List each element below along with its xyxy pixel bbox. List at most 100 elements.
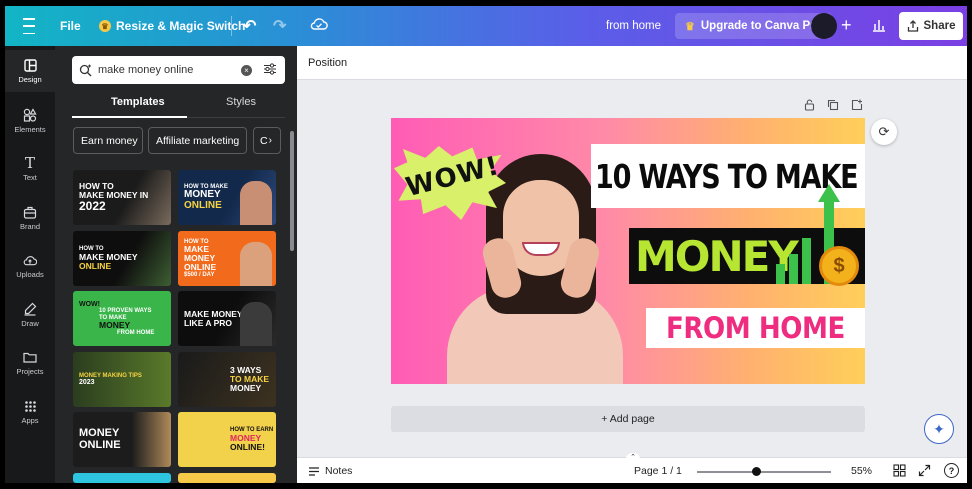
growth-bar bbox=[789, 254, 798, 284]
help-icon[interactable]: ? bbox=[944, 463, 959, 478]
tab-styles[interactable]: Styles bbox=[226, 96, 256, 108]
notes-button[interactable]: Notes bbox=[308, 465, 352, 477]
magic-sparkle-icon[interactable]: ✦ bbox=[924, 414, 954, 444]
dollar-coin-icon: $ bbox=[819, 246, 859, 286]
sidebar-item-label: Apps bbox=[21, 416, 39, 425]
chip-overflow[interactable]: C › bbox=[253, 127, 281, 154]
redo-icon[interactable]: ↷ bbox=[273, 16, 286, 36]
pen-icon bbox=[23, 302, 37, 316]
template-thumbnail[interactable]: HOW TO MAKE MONEY ONLINE bbox=[73, 231, 171, 286]
template-thumbnail[interactable]: MONEY MAKING TIPS 2023 bbox=[73, 352, 171, 407]
template-thumbnail[interactable]: HOW TO EARN MONEY ONLINE! bbox=[178, 412, 276, 467]
template-thumbnail[interactable]: WOW! 10 PROVEN WAYS TO MAKE MONEY FROM H… bbox=[73, 291, 171, 346]
subheadline-box[interactable]: FROM HOME bbox=[646, 308, 865, 348]
growth-bar bbox=[802, 238, 811, 284]
share-button[interactable]: Share bbox=[899, 12, 963, 40]
sidebar-item-text[interactable]: T Text bbox=[5, 148, 55, 190]
grid-view-icon[interactable] bbox=[893, 464, 906, 477]
template-thumbnail[interactable]: MONEY ONLINE bbox=[73, 412, 171, 467]
position-button[interactable]: Position bbox=[308, 57, 347, 69]
template-thumbnail[interactable]: HOW TO MAKE MONEY ONLINE $500 / DAY bbox=[178, 231, 276, 286]
upgrade-label: Upgrade to Canva Pro bbox=[700, 20, 822, 32]
chevron-right-icon: › bbox=[268, 135, 272, 146]
search-value: make money online bbox=[98, 64, 194, 76]
chip-overflow-label: C bbox=[260, 134, 268, 147]
sidebar-item-draw[interactable]: Draw bbox=[5, 294, 55, 336]
person-image bbox=[240, 242, 272, 286]
resize-magic-switch-button[interactable]: ♛ Resize & Magic Switch bbox=[99, 19, 245, 33]
template-thumbnail[interactable]: 3 WAYS TO MAKE MONEY bbox=[178, 352, 276, 407]
brand-icon bbox=[23, 205, 37, 219]
person-image bbox=[240, 302, 272, 346]
template-thumbnail[interactable]: HOW TO MAKE MONEY IN 2022 bbox=[73, 170, 171, 225]
thumb-text: MONEY bbox=[79, 426, 120, 439]
divider bbox=[231, 16, 232, 36]
filter-icon[interactable] bbox=[263, 62, 279, 78]
file-menu[interactable]: File bbox=[60, 19, 81, 33]
share-icon bbox=[907, 20, 918, 32]
sidebar-item-label: Design bbox=[18, 75, 42, 84]
left-sidebar: Design Elements T Text Brand Uploads Dra… bbox=[5, 46, 55, 483]
thumb-text: ONLINE bbox=[79, 260, 112, 271]
notes-icon bbox=[309, 466, 319, 476]
clear-search-icon[interactable]: × bbox=[241, 64, 252, 76]
add-page-button[interactable]: + Add page bbox=[391, 406, 865, 432]
thumb-text: 2022 bbox=[79, 199, 106, 214]
document-title[interactable]: from home bbox=[606, 20, 661, 32]
subheadline-text: FROM HOME bbox=[666, 311, 845, 345]
cloud-save-icon[interactable] bbox=[310, 17, 328, 31]
chip-affiliate-marketing[interactable]: Affiliate marketing bbox=[148, 127, 247, 154]
scrollbar[interactable] bbox=[290, 131, 294, 251]
search-input[interactable]: make money online × bbox=[72, 56, 285, 84]
template-thumbnail[interactable] bbox=[73, 473, 171, 483]
thumb-text: WOW! bbox=[79, 300, 100, 308]
template-thumbnail[interactable]: MAKE MONEY LIKE A PRO bbox=[178, 291, 276, 346]
sidebar-item-uploads[interactable]: Uploads bbox=[5, 245, 55, 287]
refresh-icon[interactable]: ⟳ bbox=[871, 119, 897, 145]
layout-icon bbox=[23, 58, 37, 72]
templates-panel: make money online × Templates Styles Ear… bbox=[55, 46, 297, 483]
add-collaborator-icon[interactable]: + bbox=[841, 15, 852, 36]
sidebar-item-apps[interactable]: Apps bbox=[5, 391, 55, 433]
duplicate-icon[interactable] bbox=[826, 98, 840, 112]
thumb-text: FROM HOME bbox=[117, 329, 155, 336]
arrow-up-icon bbox=[818, 184, 840, 202]
avatar[interactable] bbox=[811, 13, 837, 39]
canva-editor: File ♛ Resize & Magic Switch ↶ ↷ from ho… bbox=[5, 6, 967, 483]
insights-icon[interactable] bbox=[871, 18, 887, 32]
zoom-level[interactable]: 55% bbox=[851, 465, 872, 477]
text-icon: T bbox=[24, 154, 35, 172]
person-image bbox=[240, 181, 272, 225]
chevron-up-icon[interactable]: ⌃ bbox=[626, 453, 640, 461]
upload-icon bbox=[23, 253, 37, 267]
upgrade-button[interactable]: ♛ Upgrade to Canva Pro bbox=[675, 13, 832, 39]
template-thumbnail[interactable]: HOW TO MAKE MONEY ONLINE bbox=[178, 170, 276, 225]
design-canvas[interactable]: WOW! 10 WAYS TO MAKE MONEY $ FROM HOME bbox=[391, 118, 865, 384]
page-indicator[interactable]: Page 1 / 1 bbox=[634, 465, 682, 477]
menu-icon[interactable] bbox=[19, 18, 39, 34]
chip-earn-money[interactable]: Earn money bbox=[73, 127, 143, 154]
add-page-icon[interactable] bbox=[850, 98, 864, 112]
sidebar-item-label: Uploads bbox=[16, 270, 44, 279]
template-thumbnail[interactable] bbox=[178, 473, 276, 483]
thumb-text: ONLINE! bbox=[230, 441, 265, 452]
sidebar-item-label: Projects bbox=[16, 367, 44, 376]
zoom-slider[interactable] bbox=[697, 471, 831, 473]
growth-bar bbox=[776, 264, 785, 284]
notes-label: Notes bbox=[325, 465, 353, 477]
fullscreen-icon[interactable] bbox=[918, 464, 931, 477]
crown-icon: ♛ bbox=[685, 20, 695, 33]
tab-templates[interactable]: Templates bbox=[111, 96, 165, 108]
magic-search-icon bbox=[72, 64, 98, 77]
lock-icon[interactable] bbox=[802, 98, 816, 112]
zoom-slider-handle[interactable] bbox=[752, 467, 761, 476]
tab-active-indicator bbox=[72, 116, 187, 118]
sidebar-item-projects[interactable]: Projects bbox=[5, 342, 55, 384]
sidebar-item-label: Elements bbox=[14, 125, 46, 134]
folder-icon bbox=[23, 350, 37, 364]
sidebar-item-elements[interactable]: Elements bbox=[5, 100, 55, 142]
undo-icon[interactable]: ↶ bbox=[243, 16, 256, 36]
sidebar-item-design[interactable]: Design bbox=[5, 50, 55, 92]
sidebar-item-brand[interactable]: Brand bbox=[5, 197, 55, 239]
thumb-text: 2023 bbox=[79, 378, 95, 386]
